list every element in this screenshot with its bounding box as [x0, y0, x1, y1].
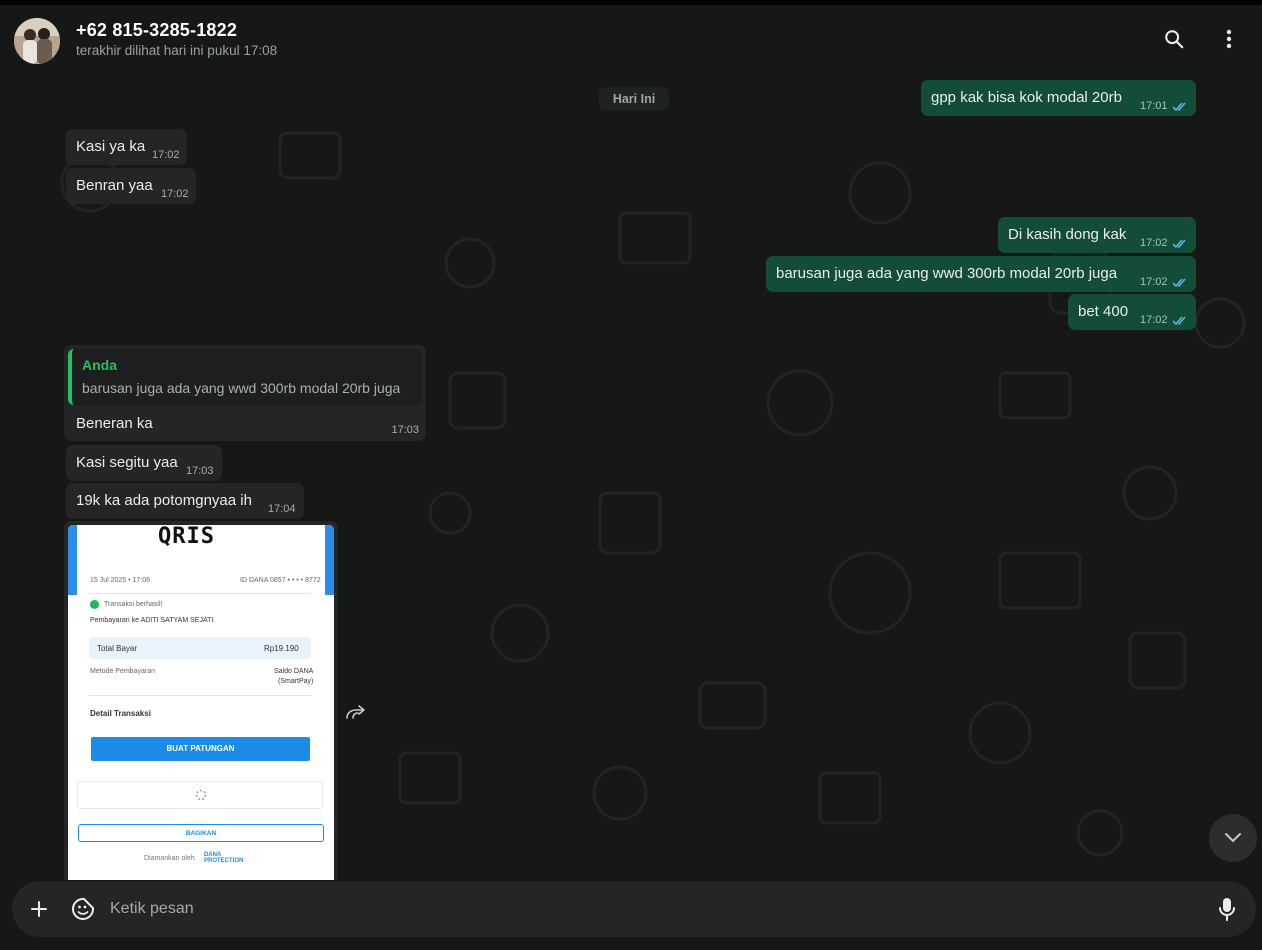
dana-brand-sub: PROTECTION	[204, 858, 244, 864]
incoming-reply-message[interactable]: Anda barusan juga ada yang wwd 300rb mod…	[64, 345, 426, 441]
sticker-icon[interactable]	[69, 895, 97, 923]
message-text: Kasi segitu yaa	[76, 454, 178, 471]
total-row: Total Bayar Rp19.190	[89, 637, 311, 659]
message-input[interactable]	[110, 895, 1190, 923]
method-value: Saldo DANA	[274, 668, 314, 675]
chat-header[interactable]: +62 815-3285-1822 terakhir dilihat hari …	[0, 5, 1262, 73]
read-receipt-icon	[1172, 239, 1186, 249]
total-label: Total Bayar	[97, 644, 138, 653]
chevron-down-icon	[1225, 833, 1241, 843]
loading-box	[77, 781, 323, 809]
receipt-date: 15 Jul 2025 • 17:06	[90, 577, 151, 584]
receipt-success: Transaksi berhasil!	[104, 601, 163, 608]
payment-receipt-image[interactable]: QRIS 15 Jul 2025 • 17:06 ID DANA 0857 • …	[68, 525, 334, 880]
method-value-sub: (SmartPay)	[278, 678, 314, 685]
message-time: 17:04	[268, 503, 296, 515]
dana-protection-logo: DANA PROTECTION	[204, 852, 243, 864]
incoming-message[interactable]: Benran yaa 17:02	[66, 168, 196, 204]
search-icon[interactable]	[1160, 25, 1188, 53]
message-text: barusan juga ada yang wwd 300rb modal 20…	[776, 265, 1118, 282]
receipt-payee: Pembayaran ke ADITI SATYAM SEJATI	[90, 617, 214, 624]
message-text: Di kasih dong kak	[1008, 226, 1127, 243]
message-text: 19k ka ada potomgnyaa ih	[76, 492, 252, 509]
plus-icon[interactable]	[25, 895, 53, 923]
svg-text:QRIS: QRIS	[158, 525, 215, 547]
read-receipt-icon	[1172, 278, 1186, 288]
more-vertical-icon[interactable]	[1215, 25, 1243, 53]
composer-box[interactable]	[12, 881, 1256, 937]
forward-icon[interactable]	[343, 699, 369, 725]
method-label: Metode Pembayaran	[90, 668, 155, 675]
message-time: 17:02	[1140, 237, 1168, 249]
message-text: Kasi ya ka	[76, 138, 146, 155]
message-time: 17:02	[1140, 276, 1168, 288]
avatar[interactable]	[14, 18, 60, 64]
contact-name[interactable]: +62 815-3285-1822	[76, 20, 237, 41]
receipt-dana-id: ID DANA 0857 • • • • 8772	[240, 577, 321, 584]
message-time: 17:03	[186, 465, 214, 477]
chat-messages-pane[interactable]: Hari Ini gpp kak bisa kok modal 20rb 17:…	[0, 73, 1262, 880]
message-text: Benran yaa	[76, 177, 153, 194]
message-time: 17:02	[1140, 314, 1168, 326]
read-receipt-icon	[1172, 102, 1186, 112]
loading-spinner-icon	[195, 789, 207, 801]
receipt-side-bar	[325, 525, 334, 595]
message-text: gpp kak bisa kok modal 20rb	[931, 89, 1122, 106]
bagikan-button: BAGIKAN	[78, 824, 324, 842]
read-receipt-icon	[1172, 316, 1186, 326]
incoming-message[interactable]: Kasi ya ka 17:02	[66, 129, 187, 165]
mic-icon[interactable]	[1213, 895, 1241, 923]
outgoing-message[interactable]: gpp kak bisa kok modal 20rb 17:01	[921, 80, 1196, 116]
outgoing-message[interactable]: Di kasih dong kak 17:02	[998, 217, 1196, 253]
incoming-message[interactable]: 19k ka ada potomgnyaa ih 17:04	[66, 483, 304, 519]
contact-last-seen: terakhir dilihat hari ini pukul 17:08	[76, 43, 278, 58]
message-text: bet 400	[1078, 303, 1129, 320]
incoming-image-message[interactable]: QRIS 15 Jul 2025 • 17:06 ID DANA 0857 • …	[64, 521, 338, 880]
quote-author: Anda	[82, 357, 117, 373]
secured-by-text: Diamankan oleh	[144, 855, 195, 862]
message-time: 17:02	[152, 149, 180, 161]
incoming-message[interactable]: Kasi segitu yaa 17:03	[66, 445, 222, 481]
message-time: 17:02	[161, 188, 189, 200]
message-time: 17:01	[1140, 100, 1168, 112]
detail-transaksi: Detail Transaksi	[90, 709, 151, 718]
success-check-icon	[90, 600, 99, 609]
divider	[89, 593, 311, 594]
quote-text: barusan juga ada yang wwd 300rb modal 20…	[82, 380, 401, 396]
message-time: 17:03	[391, 424, 419, 436]
outgoing-message[interactable]: barusan juga ada yang wwd 300rb modal 20…	[766, 256, 1196, 292]
outgoing-message[interactable]: bet 400 17:02	[1068, 294, 1196, 330]
date-divider: Hari Ini	[599, 87, 669, 110]
receipt-side-bar	[68, 525, 77, 595]
message-composer	[0, 880, 1262, 950]
quoted-message[interactable]: Anda barusan juga ada yang wwd 300rb mod…	[68, 349, 422, 405]
divider	[89, 695, 311, 696]
total-value: Rp19.190	[264, 644, 299, 653]
buat-patungan-button: BUAT PATUNGAN	[91, 737, 310, 761]
scroll-to-bottom-button[interactable]	[1209, 814, 1257, 862]
message-text: Beneran ka	[76, 415, 153, 432]
qris-logo: QRIS	[158, 525, 215, 547]
